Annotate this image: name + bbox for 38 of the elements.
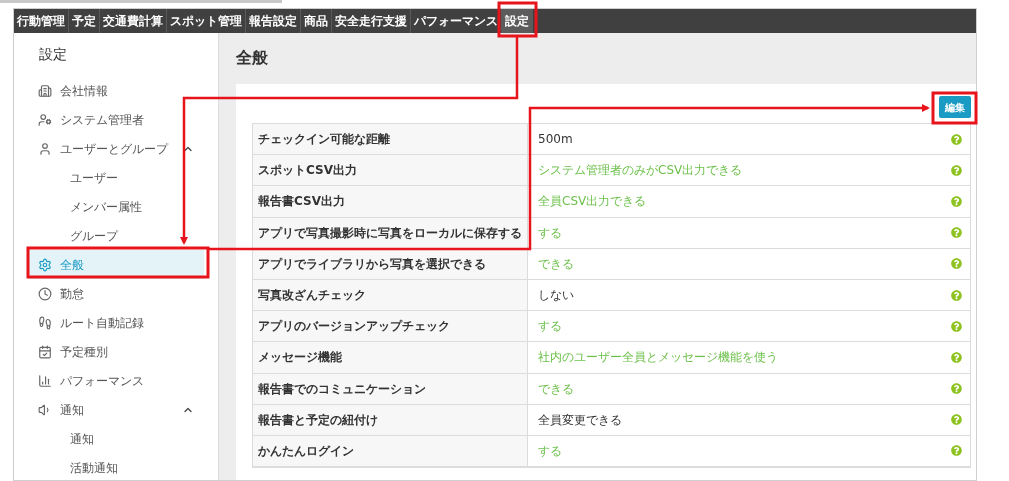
setting-label: アプリで写真撮影時に写真をローカルに保存する: [253, 217, 528, 248]
sidebar-subitem[interactable]: グループ: [28, 221, 204, 250]
sidebar-title: 設定: [38, 45, 68, 64]
nav-tab[interactable]: 商品: [301, 9, 332, 33]
setting-value: 全員CSV出力できる: [538, 193, 647, 211]
setting-value: システム管理者のみがCSV出力できる: [538, 162, 743, 180]
nav-tab[interactable]: スポット管理: [167, 9, 246, 33]
nav-tab[interactable]: 報告設定: [246, 9, 301, 33]
sidebar-subitem[interactable]: 活動通知: [28, 453, 204, 480]
nav-tab[interactable]: パフォーマンス: [411, 9, 502, 33]
setting-value: しない: [538, 287, 574, 305]
setting-value: する: [538, 318, 562, 336]
setting-value: できる: [538, 380, 574, 398]
nav-tab[interactable]: 設定: [502, 9, 533, 33]
sidebar-subitem[interactable]: メンバー属性: [28, 192, 204, 221]
nav-tab[interactable]: 行動管理: [14, 9, 69, 33]
setting-label: かんたんログイン: [253, 435, 528, 467]
setting-label: 写真改ざんチェック: [253, 279, 528, 311]
setting-label: 報告書でのコミュニケーション: [253, 373, 528, 404]
nav-tab[interactable]: 交通費計算: [100, 9, 167, 33]
setting-value: 500m: [538, 131, 573, 149]
nav-tab[interactable]: 予定: [69, 9, 100, 33]
nav-tab[interactable]: 安全走行支援: [332, 9, 411, 33]
sidebar-subitem[interactable]: ユーザー: [28, 163, 204, 192]
setting-label: 報告書CSV出力: [253, 186, 528, 217]
page-title: 全般: [235, 47, 269, 69]
setting-value: する: [538, 442, 562, 460]
setting-label: アプリでライブラリから写真を選択できる: [253, 248, 528, 279]
sidebar-subitem[interactable]: 通知: [28, 424, 204, 453]
setting-value: する: [538, 224, 562, 242]
setting-label: スポットCSV出力: [253, 155, 528, 186]
setting-label: チェックイン可能な距離: [253, 124, 528, 155]
setting-value: 全員変更できる: [538, 411, 622, 429]
setting-label: 報告書と予定の紐付け: [253, 404, 528, 435]
setting-value: できる: [538, 255, 574, 273]
setting-label: メッセージ機能: [253, 342, 528, 373]
setting-value: 社内のユーザー全員とメッセージ機能を使う: [538, 349, 778, 367]
setting-label: アプリのバージョンアップチェック: [253, 311, 528, 342]
